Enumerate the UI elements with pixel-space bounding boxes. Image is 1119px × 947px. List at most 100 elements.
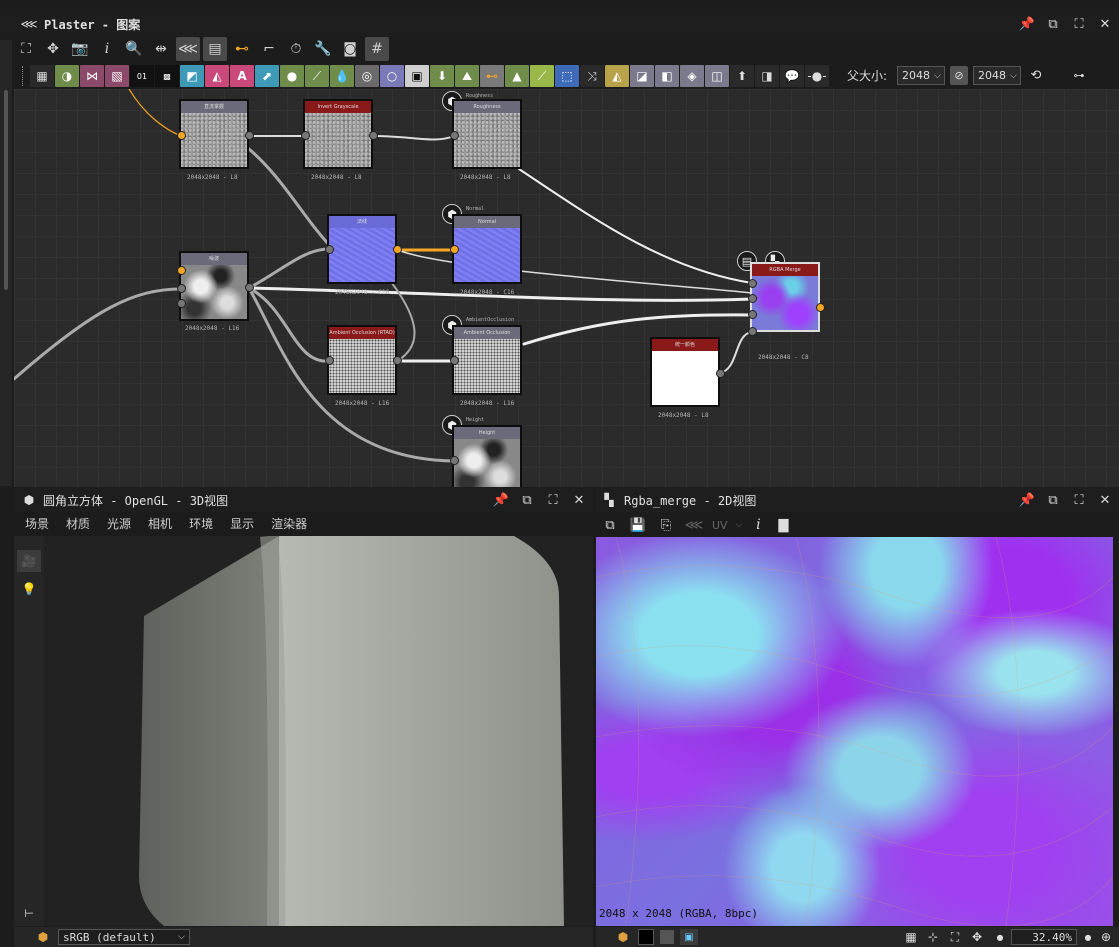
fx-map-node-icon[interactable]: 01 bbox=[130, 65, 154, 87]
float-window-icon[interactable]: ⧉ bbox=[1045, 16, 1061, 32]
emboss-node-icon[interactable]: ⛰ bbox=[455, 65, 479, 87]
align-icon[interactable]: ⇹ bbox=[149, 37, 173, 61]
uniform-color-icon[interactable]: ○ bbox=[380, 65, 404, 87]
node-output-port[interactable] bbox=[245, 131, 254, 140]
drop-node-icon[interactable]: 💧 bbox=[330, 65, 354, 87]
close-icon[interactable]: ✕ bbox=[1097, 492, 1113, 508]
node-output-port[interactable] bbox=[245, 283, 254, 292]
node-output-port[interactable] bbox=[816, 303, 825, 312]
output-node-icon[interactable]: ◫ bbox=[705, 65, 729, 87]
grayscale-convert-icon[interactable]: ⊷ bbox=[480, 65, 504, 87]
node-height-output[interactable]: Height bbox=[452, 425, 522, 487]
link-size-icon[interactable]: ⊘ bbox=[950, 66, 968, 85]
node-ambient-occlusion-rtao[interactable]: Ambient Occlusion (RTAO) bbox=[327, 325, 397, 395]
rgb-channels-icon[interactable]: ▣ bbox=[680, 929, 698, 945]
node-input-port[interactable] bbox=[748, 310, 757, 319]
histogram-node-icon[interactable]: ▲ bbox=[505, 65, 529, 87]
screenshot-icon[interactable]: 📷 bbox=[68, 37, 92, 61]
center-view-icon[interactable]: ✥ bbox=[969, 930, 985, 944]
search-icon[interactable]: 🔍 bbox=[122, 37, 146, 61]
zoom-field[interactable]: 32.40% bbox=[1011, 929, 1077, 945]
color-wheel-icon[interactable]: ◎ bbox=[355, 65, 379, 87]
maximize-icon[interactable]: ⛶ bbox=[545, 492, 561, 508]
frame-all-icon[interactable]: ⛶ bbox=[14, 37, 38, 61]
library-icon[interactable]: ▦ bbox=[30, 65, 54, 87]
node-output-port[interactable] bbox=[393, 356, 402, 365]
background-black-swatch[interactable] bbox=[638, 929, 654, 945]
node-input-port[interactable] bbox=[748, 279, 757, 288]
menu-scene[interactable]: 场景 bbox=[25, 515, 49, 532]
node-invert-grayscale[interactable]: Invert Grayscale bbox=[303, 99, 373, 169]
node-levels[interactable]: 直流掌握 bbox=[179, 99, 249, 169]
copy-icon[interactable]: ⎘ bbox=[656, 518, 676, 533]
parent-size-select-b[interactable]: 2048 ⌵ bbox=[973, 66, 1021, 85]
text-node-icon[interactable]: A bbox=[230, 65, 254, 87]
preview-icon[interactable]: ◙ bbox=[338, 37, 362, 61]
save-icon[interactable]: 💾 bbox=[628, 518, 648, 533]
gradient-map-icon[interactable]: ◩ bbox=[180, 65, 204, 87]
node-rgba-merge[interactable]: RGBA Merge bbox=[750, 262, 820, 332]
node-input-port[interactable] bbox=[748, 294, 757, 303]
colorspace-select[interactable]: sRGB (default) ⌵ bbox=[58, 929, 190, 945]
channel-shuffle-icon[interactable]: ▣ bbox=[405, 65, 429, 87]
tools-icon[interactable]: 🔧 bbox=[311, 37, 335, 61]
node-input-port[interactable] bbox=[177, 266, 186, 275]
selection-node-icon[interactable]: ⬚ bbox=[555, 65, 579, 87]
pin-icon[interactable]: 📌 bbox=[493, 492, 509, 508]
gradient-node-icon[interactable]: ⟋ bbox=[530, 65, 554, 87]
node-input-port[interactable] bbox=[177, 131, 186, 140]
info-icon[interactable]: i bbox=[95, 37, 119, 61]
timer-icon[interactable]: ⏱ bbox=[284, 37, 308, 61]
curve-node-icon[interactable]: ⟋ bbox=[305, 65, 329, 87]
menu-display[interactable]: 显示 bbox=[230, 515, 254, 532]
maximize-icon[interactable]: ⛶ bbox=[1071, 16, 1087, 32]
menu-lights[interactable]: 光源 bbox=[107, 515, 131, 532]
node-input-port[interactable] bbox=[450, 456, 459, 465]
node-normal-output[interactable]: Normal bbox=[452, 214, 522, 284]
graph-canvas[interactable]: 直流掌握 2048x2048 - L8 Invert Grayscale 204… bbox=[14, 89, 1119, 487]
grid-icon[interactable]: ▦ bbox=[903, 930, 919, 944]
bitmap-node-icon[interactable]: ▧ bbox=[105, 65, 129, 87]
distance-node-icon[interactable]: ◧ bbox=[655, 65, 679, 87]
zoom-in-icon[interactable]: ⊕ bbox=[1099, 930, 1113, 944]
comment-node-icon[interactable]: 💬 bbox=[780, 65, 804, 87]
node-normal[interactable]: 法线 bbox=[327, 214, 397, 284]
node-input-port[interactable] bbox=[177, 299, 186, 308]
left-scrollbar[interactable] bbox=[4, 90, 8, 290]
reset-size-icon[interactable]: ⟲ bbox=[1027, 66, 1045, 85]
blur-node-icon[interactable]: ◈ bbox=[680, 65, 704, 87]
uv-label[interactable]: UV bbox=[712, 519, 728, 532]
node-input-port[interactable] bbox=[450, 245, 459, 254]
fill-node-icon[interactable]: ◭ bbox=[205, 65, 229, 87]
maximize-icon[interactable]: ⛶ bbox=[1071, 492, 1087, 508]
layers-icon[interactable]: ⬢ bbox=[614, 930, 632, 944]
scene-tree-icon[interactable]: ⊢ bbox=[19, 904, 39, 922]
node-input-port[interactable] bbox=[450, 356, 459, 365]
frame-selected-icon[interactable]: ✥ bbox=[41, 37, 65, 61]
pin-node-icon[interactable]: -●- bbox=[805, 65, 829, 87]
node-input-port[interactable] bbox=[748, 327, 757, 336]
node-output-port[interactable] bbox=[369, 131, 378, 140]
transform-node-icon[interactable]: ⬈ bbox=[255, 65, 279, 87]
close-icon[interactable]: ✕ bbox=[571, 492, 587, 508]
background-gray-swatch[interactable] bbox=[660, 930, 674, 944]
warp-node-icon[interactable]: ⋈ bbox=[80, 65, 104, 87]
blend-node-icon[interactable]: ◑ bbox=[55, 65, 79, 87]
node-input-port[interactable] bbox=[325, 356, 334, 365]
menu-camera[interactable]: 相机 bbox=[148, 515, 172, 532]
info-icon[interactable]: i bbox=[750, 517, 766, 533]
node-roughness-output[interactable]: Roughness bbox=[452, 99, 522, 169]
share-icon[interactable]: ⋘ bbox=[684, 518, 704, 533]
pixel-processor-icon[interactable]: ▩ bbox=[155, 65, 179, 87]
close-icon[interactable]: ✕ bbox=[1097, 16, 1113, 32]
node-uniform-color[interactable]: 统一颜色 bbox=[650, 337, 720, 407]
viewport3d-canvas[interactable] bbox=[44, 536, 593, 926]
connector-style-icon[interactable]: ⌐ bbox=[257, 37, 281, 61]
link-mode-icon[interactable]: ⊷ bbox=[230, 37, 254, 61]
node-input-port[interactable] bbox=[325, 245, 334, 254]
switch-node-icon[interactable]: ⤨ bbox=[580, 65, 604, 87]
viewport2d-canvas[interactable]: 2048 x 2048 (RGBA, 8bpc) bbox=[596, 537, 1113, 926]
input-node-icon[interactable]: ⬆ bbox=[730, 65, 754, 87]
levels-node-icon[interactable]: ⬇ bbox=[430, 65, 454, 87]
menu-material[interactable]: 材质 bbox=[66, 515, 90, 532]
